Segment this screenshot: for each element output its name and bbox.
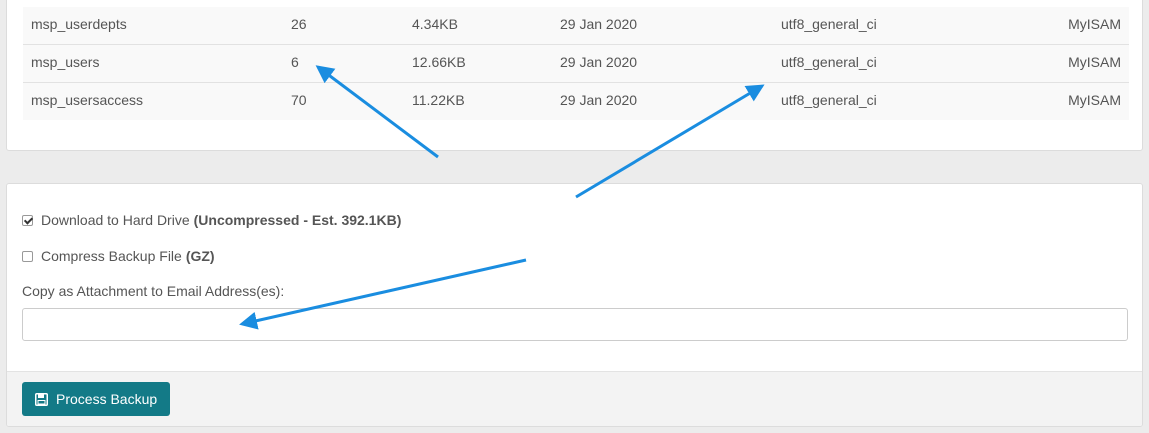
table-collation: utf8_general_ci [781, 92, 877, 108]
tables-panel: msp_userdepts 26 4.34KB 29 Jan 2020 utf8… [6, 0, 1143, 151]
table-size: 12.66KB [412, 54, 466, 70]
process-backup-button[interactable]: Process Backup [22, 382, 171, 416]
table-row: msp_userdepts 26 4.34KB 29 Jan 2020 utf8… [23, 7, 1129, 45]
compress-option[interactable]: Compress Backup File (GZ) [22, 248, 215, 264]
row-count: 70 [291, 92, 307, 108]
download-option[interactable]: Download to Hard Drive (Uncompressed - E… [22, 212, 401, 228]
save-icon [35, 392, 48, 406]
table-engine: MyISAM [1068, 54, 1121, 70]
table-name: msp_usersaccess [31, 92, 144, 108]
table-row: msp_users 6 12.66KB 29 Jan 2020 utf8_gen… [23, 45, 1129, 83]
row-count: 6 [291, 54, 299, 70]
table-engine: MyISAM [1068, 16, 1121, 32]
table-size: 4.34KB [412, 16, 458, 32]
table-row: msp_usersaccess 70 11.22KB 29 Jan 2020 u… [23, 83, 1129, 120]
download-detail: (Uncompressed - Est. 392.1KB) [193, 212, 402, 228]
compress-label: Compress Backup File [41, 248, 182, 264]
backup-options-panel: Download to Hard Drive (Uncompressed - E… [6, 183, 1143, 427]
table-collation: utf8_general_ci [781, 16, 877, 32]
compress-checkbox[interactable] [22, 250, 33, 262]
compress-detail: (GZ) [185, 248, 215, 264]
process-backup-label: Process Backup [56, 391, 158, 407]
download-label: Download to Hard Drive [41, 212, 190, 228]
panel-footer: Process Backup [7, 371, 1142, 426]
table-collation: utf8_general_ci [781, 54, 877, 70]
email-label: Copy as Attachment to Email Address(es): [22, 283, 285, 299]
download-checkbox[interactable] [22, 214, 33, 226]
table-name: msp_userdepts [31, 16, 127, 32]
table-name: msp_users [31, 54, 100, 70]
table-date: 29 Jan 2020 [560, 92, 638, 108]
row-count: 26 [291, 16, 307, 32]
email-field[interactable] [22, 308, 1128, 341]
table-engine: MyISAM [1068, 92, 1121, 108]
tables-list: msp_userdepts 26 4.34KB 29 Jan 2020 utf8… [23, 7, 1129, 120]
table-date: 29 Jan 2020 [560, 16, 638, 32]
table-date: 29 Jan 2020 [560, 54, 638, 70]
table-size: 11.22KB [412, 92, 465, 108]
